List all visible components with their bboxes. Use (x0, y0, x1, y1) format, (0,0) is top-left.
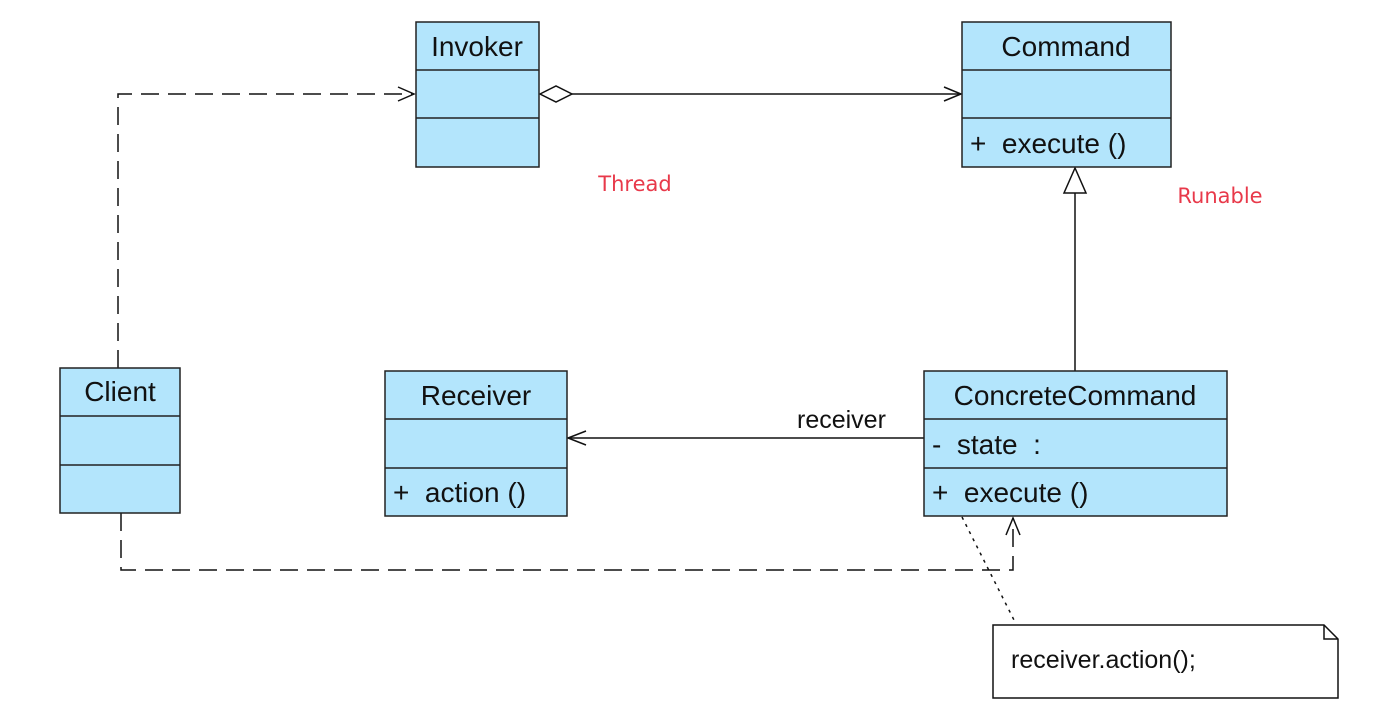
runable-annotation: Runable (1177, 184, 1262, 208)
class-name: Client (84, 376, 156, 407)
class-concrete-command[interactable]: ConcreteCommand - state : + execute () (923, 370, 1228, 517)
client-invoker-dependency (117, 86, 416, 368)
uml-diagram: receiver Invoker Command + execute () Cl… (59, 21, 1339, 699)
class-attribute: - state : (932, 429, 1041, 460)
client-concretecommand-dependency (120, 513, 1021, 571)
generalization (1062, 166, 1088, 371)
class-name: ConcreteCommand (954, 380, 1197, 411)
class-invoker[interactable]: Invoker (415, 21, 540, 168)
aggregation-diamond-icon (538, 85, 574, 103)
class-receiver[interactable]: Receiver + action () (384, 370, 568, 517)
class-operation: + execute () (932, 477, 1088, 508)
class-operation: + execute () (970, 128, 1126, 159)
inheritance-triangle-icon (1062, 166, 1088, 194)
class-name: Receiver (421, 380, 531, 411)
class-name: Invoker (431, 31, 523, 62)
invoker-command-aggregation (538, 85, 963, 103)
class-client[interactable]: Client (59, 367, 181, 514)
note[interactable]: receiver.action(); (992, 624, 1339, 699)
receiver-association: receiver (565, 406, 924, 446)
class-operation: + action () (393, 477, 526, 508)
class-name: Command (1001, 31, 1130, 62)
class-command[interactable]: Command + execute () (961, 21, 1172, 168)
thread-annotation: Thread (597, 172, 671, 196)
note-text: receiver.action(); (1011, 646, 1196, 674)
receiver-role-label: receiver (797, 406, 886, 434)
